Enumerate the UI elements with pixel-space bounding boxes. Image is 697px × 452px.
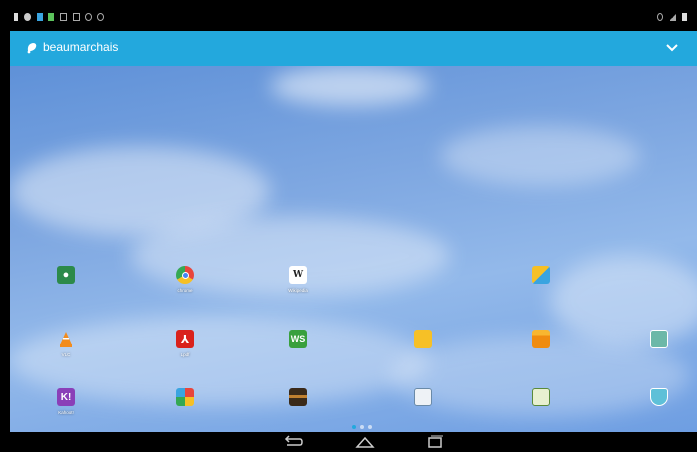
folder-icon (414, 330, 432, 348)
app-video[interactable] (263, 388, 333, 410)
apps-store-icon (532, 266, 550, 284)
sync-icon (97, 13, 104, 21)
app-folder[interactable] (388, 330, 458, 352)
user-icon (27, 43, 37, 54)
screenshot-icon (60, 13, 67, 21)
app-ws[interactable]: WS (263, 330, 333, 352)
ws-icon: WS (289, 330, 307, 348)
sync-icon (85, 13, 92, 21)
chrome-icon (176, 266, 194, 284)
app-photo-collage[interactable] (150, 388, 220, 410)
photo-collage-icon (176, 388, 194, 406)
app-label: Kahoot! (58, 410, 74, 415)
app-shield[interactable] (624, 388, 694, 410)
navigation-bar (0, 432, 697, 452)
battery-icon (682, 13, 687, 21)
app-chrome[interactable]: chrome (150, 266, 220, 293)
app-label: chrome (177, 288, 193, 293)
shield-icon (650, 388, 668, 406)
tablet-screen: beaumarchais ● chrome W Wikipedia VLC ⅄ … (0, 0, 697, 452)
page-dot (360, 425, 364, 429)
app-copy[interactable] (388, 388, 458, 410)
app-notes[interactable] (506, 388, 576, 410)
home-icon[interactable] (354, 435, 376, 449)
page-dot (368, 425, 372, 429)
app-label: Lpdf (180, 352, 190, 357)
account-bar[interactable]: beaumarchais (10, 31, 697, 66)
app-label: Wikipedia (288, 288, 308, 293)
messaging-icon (24, 13, 31, 21)
app-store[interactable] (506, 266, 576, 288)
notes-icon (532, 388, 550, 406)
app-puffin[interactable]: ● (31, 266, 101, 288)
account-name: beaumarchais (43, 40, 119, 54)
alarm-icon (657, 13, 663, 21)
file-manager-icon (532, 330, 550, 348)
app-label: VLC (61, 352, 71, 357)
chevron-down-icon[interactable] (664, 40, 680, 56)
sim-icon (14, 13, 18, 21)
back-icon[interactable] (282, 435, 304, 449)
download-icon (37, 13, 43, 21)
puffin-icon: ● (57, 266, 75, 284)
page-dot (352, 425, 356, 429)
app-wikipedia[interactable]: W Wikipedia (263, 266, 333, 293)
copy-icon (414, 388, 432, 406)
wifi-icon (73, 13, 80, 21)
app-file-manager[interactable] (506, 330, 576, 352)
app-generic[interactable] (624, 330, 694, 352)
wikipedia-icon: W (289, 266, 307, 284)
usb-icon (48, 13, 54, 21)
page-indicator (352, 425, 372, 430)
pdf-icon: ⅄ (176, 330, 194, 348)
app-icon (650, 330, 668, 348)
home-wallpaper: ● chrome W Wikipedia VLC ⅄ Lpdf WS K! Ka… (10, 66, 697, 432)
kahoot-icon: K! (57, 388, 75, 406)
video-icon (289, 388, 307, 406)
app-kahoot[interactable]: K! Kahoot! (31, 388, 101, 415)
recents-icon[interactable] (424, 435, 446, 449)
status-bar (0, 0, 697, 31)
app-pdf[interactable]: ⅄ Lpdf (150, 330, 220, 357)
vlc-icon (57, 330, 75, 348)
signal-icon (670, 13, 676, 21)
app-vlc[interactable]: VLC (31, 330, 101, 357)
